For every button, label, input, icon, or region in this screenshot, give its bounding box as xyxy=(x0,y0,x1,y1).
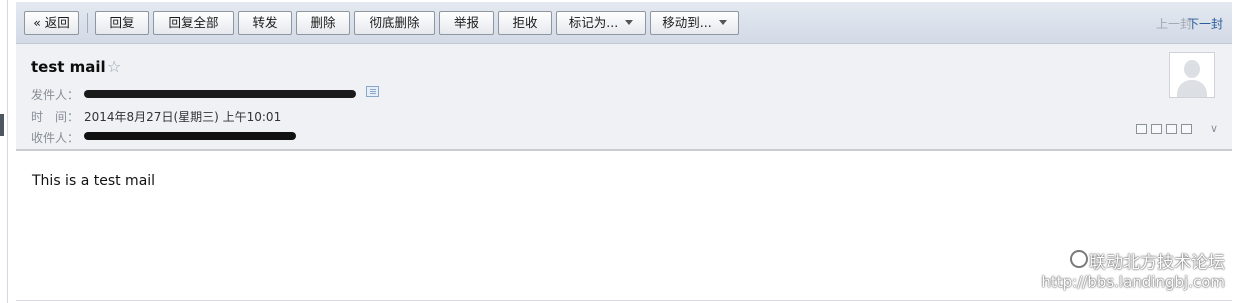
chevron-down-icon[interactable]: ∨ xyxy=(1210,122,1218,135)
next-mail-link[interactable]: 下一封 xyxy=(1187,15,1223,32)
chevron-down-icon xyxy=(625,20,634,25)
move-to-label: 移动到... xyxy=(662,15,712,30)
reply-all-button[interactable]: 回复全部 xyxy=(153,11,234,35)
new-window-icon[interactable] xyxy=(1136,124,1147,134)
mark-as-dropdown[interactable]: 标记为... xyxy=(556,11,646,35)
mark-as-label: 标记为... xyxy=(568,15,619,30)
delete-button[interactable]: 删除 xyxy=(296,11,350,35)
report-button[interactable]: 举报 xyxy=(439,11,494,35)
back-button[interactable]: « 返回 xyxy=(24,11,79,35)
watermark-logo-icon xyxy=(1070,250,1088,268)
redacted-sender xyxy=(84,90,356,98)
address-book-icon[interactable] xyxy=(366,86,379,97)
toolbar-separator xyxy=(87,13,88,33)
permanent-delete-button[interactable]: 彻底删除 xyxy=(354,11,435,35)
sender-avatar xyxy=(1169,52,1215,98)
redacted-recipient xyxy=(84,132,296,140)
from-label: 发件人： xyxy=(31,88,80,102)
mail-toolbar: « 返回 回复 回复全部 转发 删除 彻底删除 举报 拒收 标记为... 移动到… xyxy=(16,2,1232,44)
mail-header: test mail ☆ 发件人： 时 间： 2014年8月27日(星期三) 上午… xyxy=(16,44,1232,151)
date-value: 2014年8月27日(星期三) 上午10:01 xyxy=(84,110,282,124)
reply-button[interactable]: 回复 xyxy=(95,11,149,35)
view-source-icon[interactable] xyxy=(1151,124,1162,134)
print-icon[interactable] xyxy=(1181,124,1192,134)
watermark-url: http://bbs.landingbj.com xyxy=(1041,273,1225,291)
move-to-dropdown[interactable]: 移动到... xyxy=(650,11,739,35)
left-pane-edge xyxy=(0,0,8,303)
watermark-forum-name: 联动北方技术论坛 xyxy=(1089,253,1225,273)
reject-button[interactable]: 拒收 xyxy=(498,11,552,35)
forward-button[interactable]: 转发 xyxy=(238,11,292,35)
bottom-divider xyxy=(16,300,1232,301)
star-icon[interactable]: ☆ xyxy=(107,57,121,76)
mail-subject: test mail xyxy=(31,58,106,76)
download-icon[interactable] xyxy=(1166,124,1177,134)
left-pane-marker xyxy=(0,114,4,136)
date-label: 时 间： xyxy=(31,110,80,124)
chevron-down-icon xyxy=(718,20,727,25)
mail-body-text: This is a test mail xyxy=(32,173,156,189)
to-label: 收件人： xyxy=(31,131,80,145)
